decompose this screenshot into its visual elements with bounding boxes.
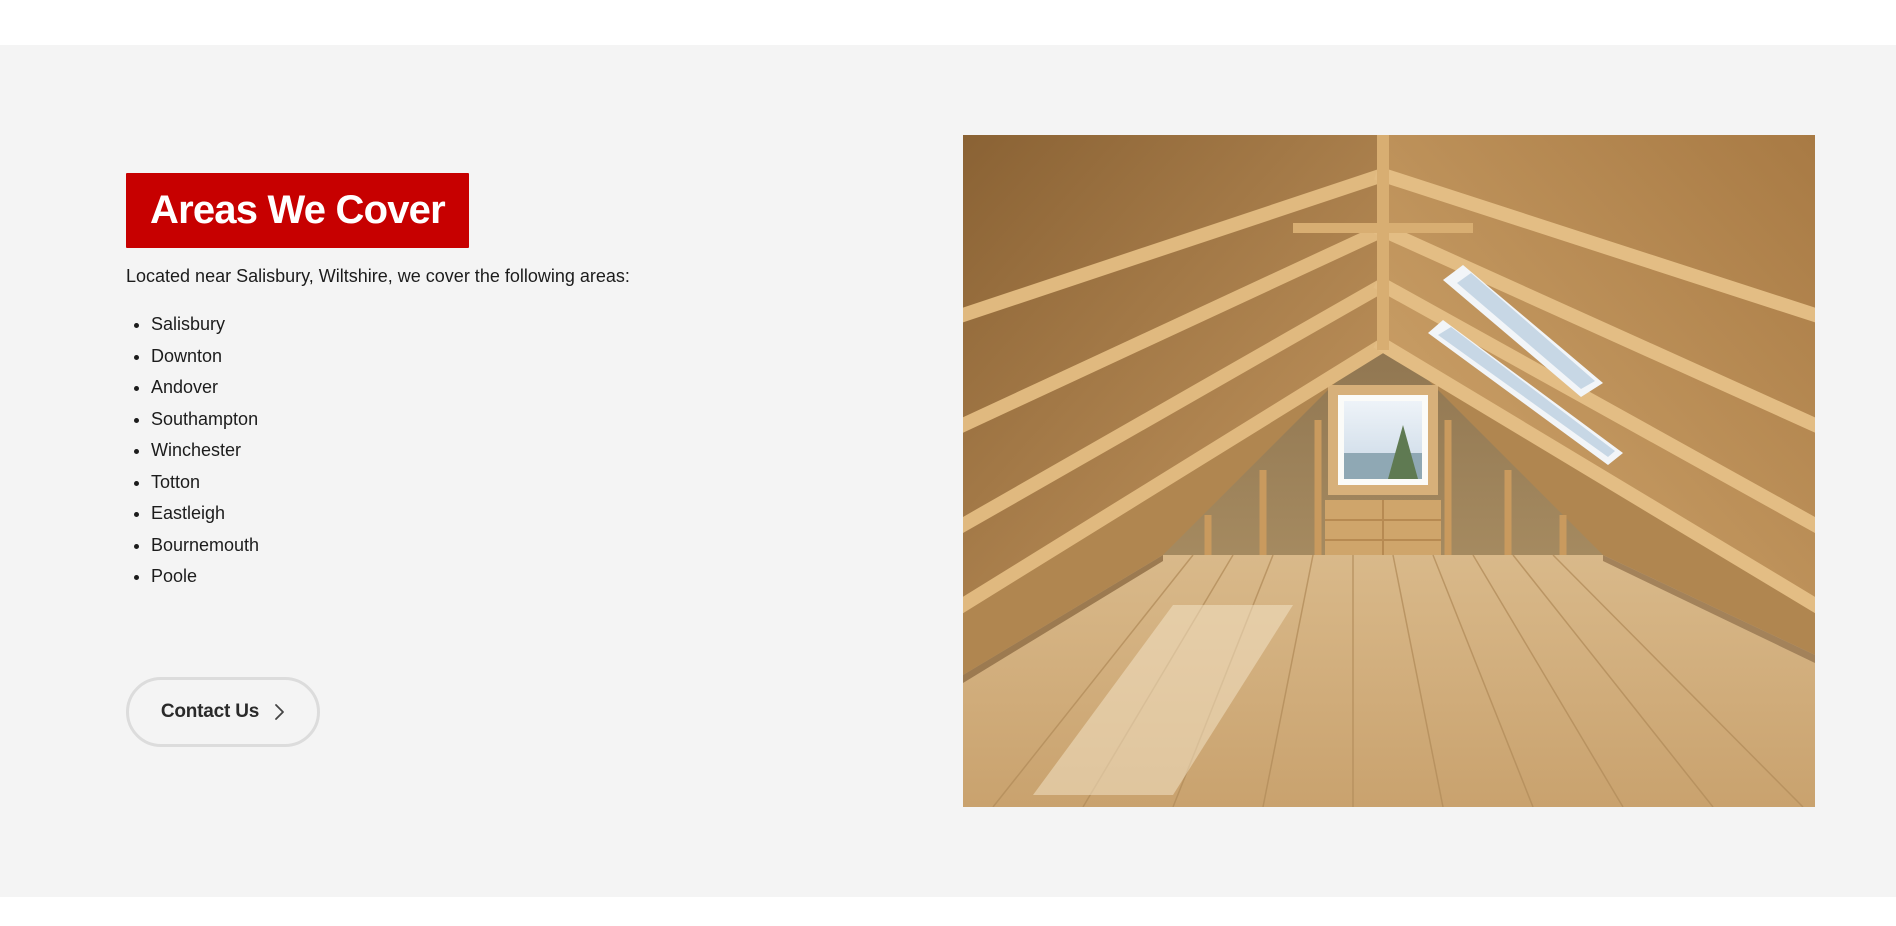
areas-content: Areas We Cover Located near Salisbury, W… (126, 173, 826, 747)
list-item: Totton (151, 467, 826, 499)
list-item: Southampton (151, 404, 826, 436)
list-item: Eastleigh (151, 498, 826, 530)
list-item: Salisbury (151, 309, 826, 341)
loft-conversion-photo (963, 135, 1815, 807)
contact-us-label: Contact Us (160, 701, 260, 722)
section-heading: Areas We Cover (126, 173, 469, 248)
areas-we-cover-section: Areas We Cover Located near Salisbury, W… (0, 45, 1896, 897)
intro-text: Located near Salisbury, Wiltshire, we co… (126, 266, 630, 286)
list-item: Winchester (151, 435, 826, 467)
list-item: Poole (151, 561, 826, 593)
contact-us-button[interactable]: Contact Us (126, 677, 320, 747)
chevron-right-icon (273, 703, 285, 721)
list-item: Downton (151, 341, 826, 373)
list-item: Andover (151, 372, 826, 404)
areas-list: Salisbury Downton Andover Southampton Wi… (126, 309, 826, 593)
list-item: Bournemouth (151, 530, 826, 562)
